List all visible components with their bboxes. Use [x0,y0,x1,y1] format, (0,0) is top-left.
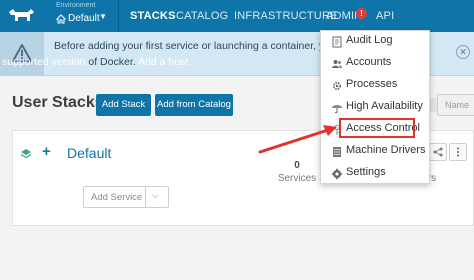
menu-item-label: Settings [346,166,386,178]
search-input[interactable]: Name [437,94,474,116]
page-title: User Stacks [12,94,104,111]
menu-item-accounts[interactable]: Accounts [321,53,431,75]
admin-dropdown-menu: Audit Log Accounts Processes High Availa… [320,30,430,184]
add-host-link[interactable]: Add a host [138,56,188,68]
menu-item-machine-drivers[interactable]: Machine Drivers [321,141,431,163]
highlight-box [339,118,415,138]
banner-text: of Docker. [85,56,138,68]
document-icon [332,36,342,48]
rancher-logo-icon[interactable] [6,6,36,26]
menu-item-settings[interactable]: Settings [321,163,431,185]
environment-name: Default [68,13,100,24]
admin-alert-icon: ! [356,8,367,19]
share-icon [433,147,443,157]
users-icon [332,60,342,68]
nav-stacks[interactable]: STACKS [130,10,176,22]
kebab-icon [456,147,460,157]
layers-icon[interactable] [20,148,32,160]
services-label: Services [277,173,317,184]
menu-item-processes[interactable]: Processes [321,75,431,97]
warning-icon-box [0,32,44,76]
server-icon [333,147,341,157]
add-service-button[interactable]: Add Service ⌵ [83,186,169,208]
close-icon[interactable]: ✕ [456,45,470,59]
share-button[interactable] [429,143,447,161]
nav-infrastructure[interactable]: INFRASTRUCTURE [234,10,338,22]
menu-item-label: Accounts [346,56,392,68]
add-from-catalog-button[interactable]: Add from Catalog [155,94,233,116]
supported-version-link[interactable]: supported version [2,56,85,68]
more-options-button[interactable] [449,143,467,161]
stack-name[interactable]: Default [67,145,111,161]
menu-item-label: Audit Log [346,34,393,46]
environment-caption: Environment [56,2,96,9]
umbrella-icon [332,105,342,114]
banner-message: Before adding your first service or laun… [54,40,352,52]
menu-item-label: Processes [346,78,398,90]
chevron-down-icon[interactable]: ⌵ [152,190,159,201]
settings-icon [331,168,343,180]
home-icon [56,14,66,24]
menu-item-audit-log[interactable]: Audit Log [321,31,431,53]
top-navbar: Environment Default ▼ STACKS CATALOG INF… [0,0,474,32]
nav-catalog[interactable]: CATALOG [176,10,228,22]
menu-item-label: High Availability [346,100,423,112]
navbar-divider [118,0,119,32]
add-stack-button[interactable]: Add Stack [96,94,151,116]
nav-api[interactable]: API [376,10,394,22]
expand-icon[interactable]: + [42,143,51,160]
menu-item-high-availability[interactable]: High Availability [321,97,431,119]
split-divider [145,187,146,207]
menu-item-label: Machine Drivers [346,144,426,156]
services-count: 0 [294,160,300,171]
banner-message-line2: supported version of Docker. Add a host [0,56,300,68]
gear-icon [332,81,342,91]
chevron-down-icon[interactable]: ▼ [99,12,107,21]
add-service-label: Add Service [91,192,143,203]
